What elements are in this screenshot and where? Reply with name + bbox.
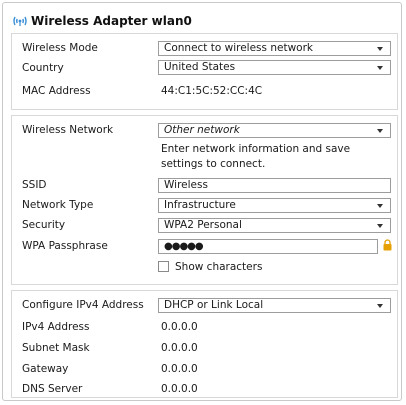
show-characters-row: Show characters [12,257,397,277]
network-type-label: Network Type [22,199,94,211]
ipv4-address-row: IPv4 Address 0.0.0.0 [12,317,397,337]
country-select[interactable]: United States [158,60,391,75]
passphrase-label: WPA Passphrase [22,240,108,252]
wireless-mode-value: Connect to wireless network [164,42,313,54]
subnet-mask-label: Subnet Mask [22,342,90,354]
configure-ipv4-select[interactable]: DHCP or Link Local [158,298,391,313]
wireless-mode-label: Wireless Mode [22,42,98,54]
ipv4-address-value: 0.0.0.0 [161,321,198,333]
security-select[interactable]: WPA2 Personal [158,218,391,233]
passphrase-value: ●●●●● [164,241,204,252]
wireless-network-panel: Wireless Network Other network Enter net… [11,115,398,285]
network-type-row: Network Type Infrastructure [12,195,397,215]
ipv4-address-label: IPv4 Address [22,321,90,333]
wireless-mode-row: Wireless Mode Connect to wireless networ… [12,38,397,58]
wireless-mode-select[interactable]: Connect to wireless network [158,41,391,56]
dns-server-row: DNS Server 0.0.0.0 [12,379,397,399]
mac-address-label: MAC Address [22,85,91,97]
wireless-network-value: Other network [164,124,240,136]
security-label: Security [22,219,66,231]
dns-server-value: 0.0.0.0 [161,383,198,395]
network-type-value: Infrastructure [164,199,236,211]
configure-ipv4-row: Configure IPv4 Address DHCP or Link Loca… [12,295,397,315]
adapter-settings-panel: Wireless Mode Connect to wireless networ… [11,33,398,110]
lock-icon [383,239,392,251]
subnet-mask-value: 0.0.0.0 [161,342,198,354]
country-value: United States [164,61,236,73]
gateway-value: 0.0.0.0 [161,363,198,375]
mac-address-value: 44:C1:5C:52:CC:4C [161,85,263,97]
security-row: Security WPA2 Personal [12,215,397,235]
wireless-network-label: Wireless Network [22,124,114,136]
network-type-select[interactable]: Infrastructure [158,198,391,213]
country-label: Country [22,62,64,74]
wireless-network-row: Wireless Network Other network [12,120,397,140]
chevron-down-icon [377,304,383,308]
ssid-label: SSID [22,179,47,191]
adapter-title: Wireless Adapter wlan0 [31,14,192,28]
show-characters-checkbox[interactable] [158,261,169,272]
adapter-header: Wireless Adapter wlan0 [13,13,192,29]
network-info-text: Enter network information and save setti… [161,143,351,170]
show-characters-label: Show characters [175,261,263,273]
passphrase-row: WPA Passphrase ●●●●● [12,236,397,256]
dns-server-label: DNS Server [22,383,83,395]
passphrase-input[interactable]: ●●●●● [158,239,378,254]
country-row: Country United States [12,58,397,78]
gateway-row: Gateway 0.0.0.0 [12,359,397,379]
chevron-down-icon [377,204,383,208]
chevron-down-icon [377,129,383,133]
ipv4-panel: Configure IPv4 Address DHCP or Link Loca… [11,290,398,398]
gateway-label: Gateway [22,363,69,375]
chevron-down-icon [377,224,383,228]
wireless-signal-icon [13,16,27,26]
configure-ipv4-value: DHCP or Link Local [164,299,264,311]
ssid-value: Wireless [164,179,208,191]
ssid-input[interactable]: Wireless [158,178,391,193]
chevron-down-icon [377,66,383,70]
security-value: WPA2 Personal [164,219,242,231]
wireless-network-select[interactable]: Other network [158,123,391,138]
wireless-adapter-window: Wireless Adapter wlan0 Wireless Mode Con… [2,2,402,401]
configure-ipv4-label: Configure IPv4 Address [22,299,144,311]
subnet-mask-row: Subnet Mask 0.0.0.0 [12,338,397,358]
mac-address-row: MAC Address 44:C1:5C:52:CC:4C [12,81,397,101]
chevron-down-icon [377,47,383,51]
ssid-row: SSID Wireless [12,175,397,195]
